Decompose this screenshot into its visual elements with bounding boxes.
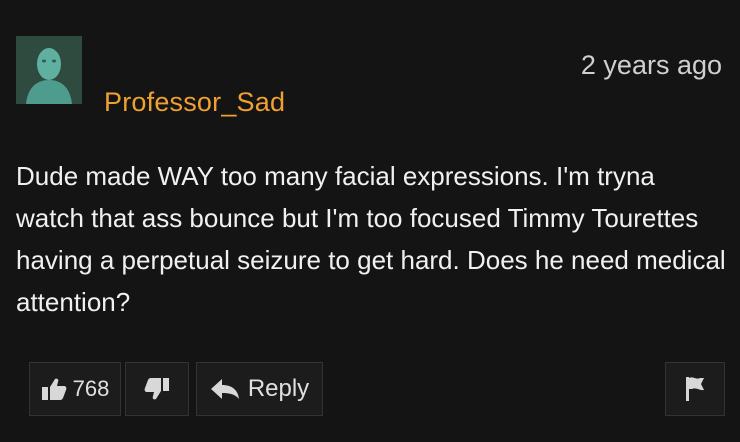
reply-arrow-icon <box>210 378 240 400</box>
thumbs-down-icon <box>144 377 170 401</box>
upvote-count: 768 <box>72 376 110 401</box>
downvote-button[interactable] <box>125 362 189 416</box>
flag-button[interactable] <box>665 362 725 416</box>
avatar-image <box>16 36 82 104</box>
username[interactable]: Professor_Sad <box>104 87 285 118</box>
thumbs-up-icon <box>41 377 67 401</box>
reply-button[interactable]: Reply <box>196 362 323 416</box>
flag-icon <box>684 376 706 402</box>
avatar[interactable] <box>16 36 82 104</box>
comment-card: Professor_Sad 2 years ago Dude made WAY … <box>0 0 740 442</box>
upvote-button[interactable]: 768 <box>29 362 121 416</box>
timestamp: 2 years ago <box>580 50 722 80</box>
comment-body: Dude made WAY too many facial expression… <box>16 161 726 317</box>
reply-label: Reply <box>247 375 310 402</box>
